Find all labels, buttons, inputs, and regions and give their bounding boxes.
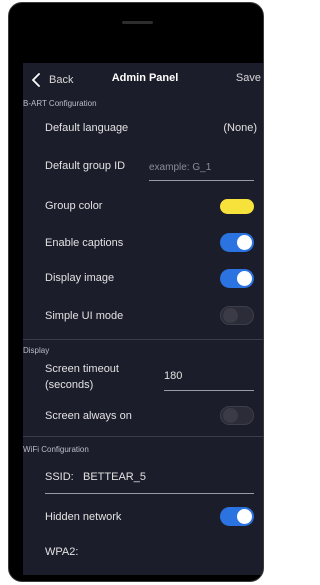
screen-always-on-toggle[interactable] — [220, 406, 254, 425]
save-button[interactable]: Save — [236, 72, 261, 84]
toggle-knob — [237, 235, 252, 250]
group-color-picker[interactable] — [220, 199, 254, 214]
default-group-input[interactable] — [149, 159, 254, 181]
default-language-select[interactable]: (None) — [223, 122, 257, 134]
enable-captions-label: Enable captions — [45, 237, 124, 249]
screen-timeout-label-line2: (seconds) — [45, 379, 94, 391]
header-bar: Back Admin Panel Save — [23, 63, 263, 95]
back-button[interactable]: Back — [30, 72, 73, 88]
section-label-wifi: WiFi Configuration — [23, 445, 89, 454]
section-divider — [23, 436, 263, 437]
screen-timeout-input[interactable] — [164, 367, 254, 391]
simple-ui-toggle[interactable] — [220, 306, 254, 325]
phone-speaker — [122, 21, 153, 24]
simple-ui-label: Simple UI mode — [45, 310, 124, 322]
section-label-display: Display — [23, 346, 50, 355]
enable-captions-toggle[interactable] — [220, 233, 254, 252]
ssid-input[interactable]: BETTEAR_5 — [83, 471, 146, 483]
toggle-knob — [237, 271, 252, 286]
display-image-label: Display image — [45, 272, 115, 284]
toggle-knob — [237, 509, 252, 524]
chevron-left-icon — [32, 73, 40, 87]
ssid-label: SSID: — [45, 471, 74, 483]
toggle-knob — [223, 408, 238, 423]
section-label-bart: B-ART Configuration — [23, 99, 97, 108]
display-image-toggle[interactable] — [220, 269, 254, 288]
group-color-label: Group color — [45, 200, 103, 212]
phone-frame: Back Admin Panel Save B-ART Configuratio… — [8, 2, 264, 582]
section-divider — [23, 339, 263, 340]
default-language-label: Default language — [45, 122, 129, 134]
screen-timeout-label-line1: Screen timeout — [45, 363, 119, 375]
ssid-underline — [45, 493, 254, 494]
back-label: Back — [49, 74, 74, 86]
toggle-knob — [223, 308, 238, 323]
hidden-network-toggle[interactable] — [220, 507, 254, 526]
screen-always-on-label: Screen always on — [45, 410, 132, 422]
wpa2-label: WPA2: — [45, 546, 79, 558]
app-screen: Back Admin Panel Save B-ART Configuratio… — [23, 63, 263, 575]
hidden-network-label: Hidden network — [45, 511, 122, 523]
default-group-label: Default group ID — [45, 160, 126, 172]
